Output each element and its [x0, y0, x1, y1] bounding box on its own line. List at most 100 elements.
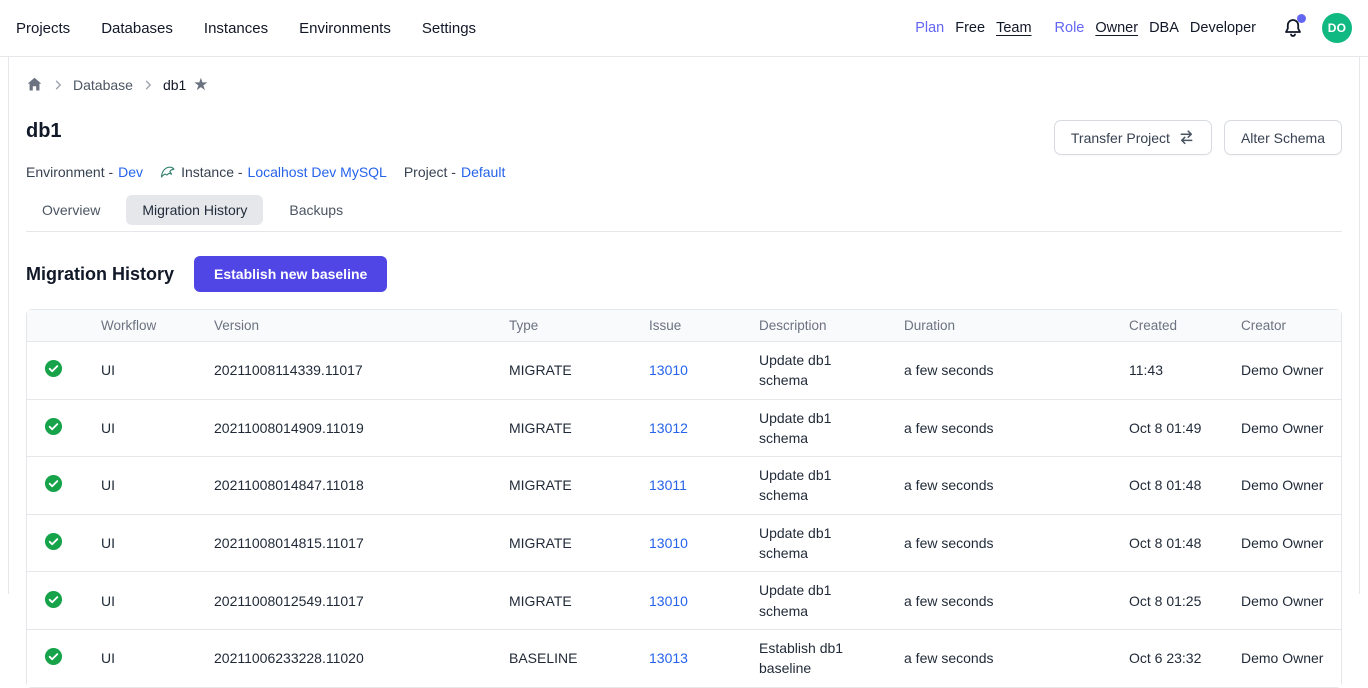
- plan-option-team[interactable]: Team: [996, 20, 1031, 36]
- database-meta: Environment - Dev Instance - Localhost D…: [26, 164, 1342, 180]
- duration-cell: a few seconds: [892, 629, 1117, 687]
- tab-backups[interactable]: Backups: [273, 195, 359, 225]
- debug-toolbar: Plan Free Team Role Owner DBA Developer …: [915, 13, 1352, 43]
- issue-link[interactable]: 13010: [649, 593, 688, 609]
- plan-label: Plan: [915, 20, 944, 36]
- migration-history-section-header: Migration History Establish new baseline: [26, 256, 1342, 292]
- star-icon[interactable]: ★: [193, 76, 208, 93]
- top-navigation: Projects Databases Instances Environment…: [0, 0, 1368, 57]
- breadcrumb: Database db1 ★: [26, 57, 1342, 93]
- main-content: Database db1 ★ db1 Transfer Project Alte…: [8, 57, 1360, 594]
- duration-cell: a few seconds: [892, 514, 1117, 572]
- description-cell: Update db1 schema: [747, 456, 892, 514]
- notifications-button[interactable]: [1281, 16, 1305, 40]
- nav-item-projects[interactable]: Projects: [16, 20, 70, 37]
- type-cell: MIGRATE: [497, 571, 637, 629]
- table-row[interactable]: UI 20211008014909.11019 MIGRATE 13012 Up…: [27, 399, 1341, 457]
- page-title: db1: [26, 119, 62, 143]
- plan-option-free[interactable]: Free: [955, 20, 985, 36]
- check-circle-icon: [44, 647, 63, 666]
- table-row[interactable]: UI 20211008114339.11017 MIGRATE 13010 Up…: [27, 341, 1341, 399]
- description-cell: Update db1 schema: [747, 341, 892, 399]
- transfer-project-button[interactable]: Transfer Project: [1054, 120, 1212, 155]
- created-cell: Oct 6 23:32: [1117, 629, 1229, 687]
- created-cell: Oct 8 01:48: [1117, 514, 1229, 572]
- database-tabs: Overview Migration History Backups: [26, 195, 1342, 232]
- instance-link[interactable]: Localhost Dev MySQL: [248, 164, 387, 180]
- table-row[interactable]: UI 20211008012549.11017 MIGRATE 13010 Up…: [27, 571, 1341, 629]
- workflow-cell: UI: [89, 514, 202, 572]
- user-avatar[interactable]: DO: [1322, 13, 1352, 43]
- swap-arrows-icon: [1178, 129, 1195, 146]
- role-label: Role: [1055, 20, 1085, 36]
- duration-cell: a few seconds: [892, 456, 1117, 514]
- description-cell: Update db1 schema: [747, 571, 892, 629]
- alter-schema-label: Alter Schema: [1241, 130, 1325, 146]
- role-option-owner[interactable]: Owner: [1095, 20, 1138, 36]
- check-circle-icon: [44, 359, 63, 378]
- project-label: Project -: [404, 164, 456, 180]
- notification-dot-badge: [1297, 14, 1306, 23]
- column-header-issue: Issue: [637, 310, 747, 341]
- column-header-status: [27, 310, 89, 341]
- environment-label: Environment -: [26, 164, 113, 180]
- section-title: Migration History: [26, 264, 174, 285]
- duration-cell: a few seconds: [892, 571, 1117, 629]
- table-row[interactable]: UI 20211006233228.11020 BASELINE 13013 E…: [27, 629, 1341, 687]
- chevron-right-icon: [52, 79, 64, 91]
- column-header-version: Version: [202, 310, 497, 341]
- nav-item-instances[interactable]: Instances: [204, 20, 268, 37]
- nav-item-databases[interactable]: Databases: [101, 20, 173, 37]
- nav-item-settings[interactable]: Settings: [422, 20, 476, 37]
- tab-migration-history[interactable]: Migration History: [126, 195, 263, 225]
- type-cell: MIGRATE: [497, 341, 637, 399]
- created-cell: Oct 8 01:48: [1117, 456, 1229, 514]
- description-cell: Update db1 schema: [747, 399, 892, 457]
- workflow-cell: UI: [89, 629, 202, 687]
- instance-label: Instance -: [181, 164, 242, 180]
- role-option-developer[interactable]: Developer: [1190, 20, 1256, 36]
- role-option-dba[interactable]: DBA: [1149, 20, 1179, 36]
- breadcrumb-item-database[interactable]: Database: [73, 77, 133, 93]
- created-cell: Oct 8 01:49: [1117, 399, 1229, 457]
- creator-cell: Demo Owner: [1229, 629, 1341, 687]
- issue-link[interactable]: 13010: [649, 362, 688, 378]
- environment-group: Environment - Dev: [26, 164, 143, 180]
- transfer-project-label: Transfer Project: [1071, 130, 1170, 146]
- version-cell: 20211008014909.11019: [202, 399, 497, 457]
- header-actions: Transfer Project Alter Schema: [1054, 120, 1342, 155]
- type-cell: MIGRATE: [497, 399, 637, 457]
- check-circle-icon: [44, 417, 63, 436]
- issue-link[interactable]: 13011: [649, 477, 687, 493]
- establish-baseline-button[interactable]: Establish new baseline: [194, 256, 387, 292]
- type-cell: BASELINE: [497, 629, 637, 687]
- tab-overview[interactable]: Overview: [26, 195, 116, 225]
- version-cell: 20211006233228.11020: [202, 629, 497, 687]
- alter-schema-button[interactable]: Alter Schema: [1224, 120, 1342, 155]
- project-group: Project - Default: [404, 164, 505, 180]
- creator-cell: Demo Owner: [1229, 399, 1341, 457]
- nav-item-environments[interactable]: Environments: [299, 20, 391, 37]
- table-row[interactable]: UI 20211008014847.11018 MIGRATE 13011 Up…: [27, 456, 1341, 514]
- created-cell: Oct 8 01:25: [1117, 571, 1229, 629]
- creator-cell: Demo Owner: [1229, 514, 1341, 572]
- environment-link[interactable]: Dev: [118, 164, 143, 180]
- issue-link[interactable]: 13013: [649, 650, 688, 666]
- table-row[interactable]: UI 20211008014815.11017 MIGRATE 13010 Up…: [27, 514, 1341, 572]
- home-icon[interactable]: [26, 76, 43, 93]
- chevron-right-icon: [142, 79, 154, 91]
- issue-link[interactable]: 13010: [649, 535, 688, 551]
- column-header-description: Description: [747, 310, 892, 341]
- workflow-cell: UI: [89, 456, 202, 514]
- migration-history-table: Workflow Version Type Issue Description …: [26, 309, 1342, 688]
- project-link[interactable]: Default: [461, 164, 505, 180]
- type-cell: MIGRATE: [497, 456, 637, 514]
- description-cell: Establish db1 baseline: [747, 629, 892, 687]
- issue-link[interactable]: 13012: [649, 420, 688, 436]
- version-cell: 20211008012549.11017: [202, 571, 497, 629]
- column-header-workflow: Workflow: [89, 310, 202, 341]
- created-cell: 11:43: [1117, 341, 1229, 399]
- check-circle-icon: [44, 532, 63, 551]
- version-cell: 20211008114339.11017: [202, 341, 497, 399]
- description-cell: Update db1 schema: [747, 514, 892, 572]
